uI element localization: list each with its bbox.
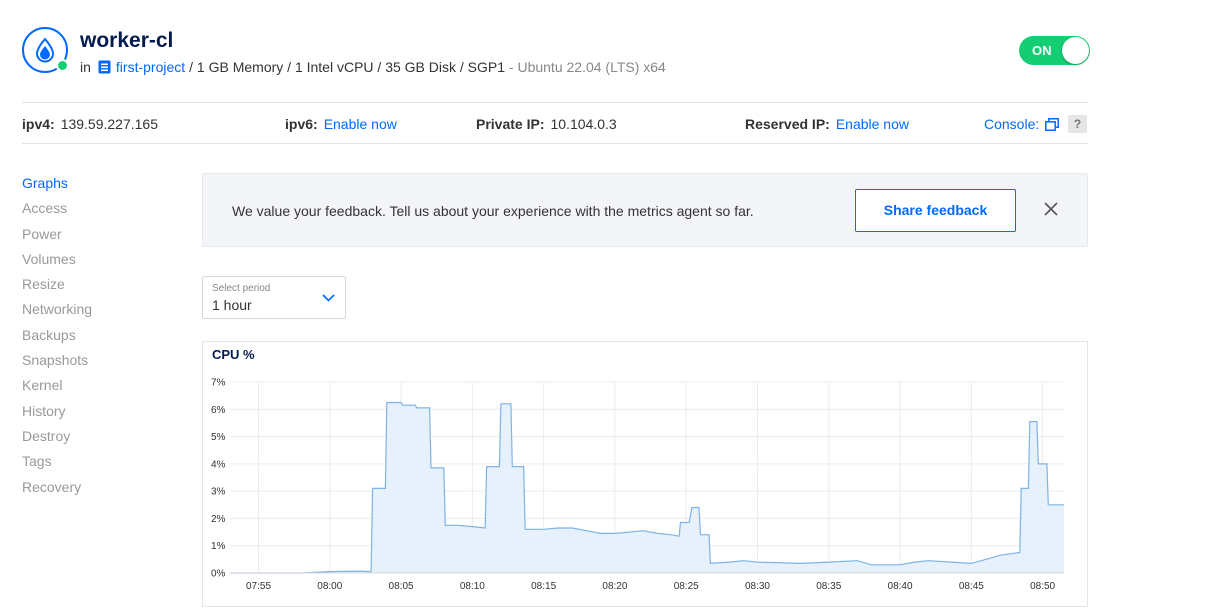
ipv4-label: ipv4: <box>22 116 55 132</box>
cpu-chart: 0% 1% 2% 3% 4% 5% 6% 7% 07:55 08:00 08:05 08:10 08:1… <box>211 378 1064 592</box>
droplet-name: worker-cl <box>80 29 174 52</box>
divider <box>22 102 1088 103</box>
divider <box>22 143 1088 144</box>
x-tick-label: 08:30 <box>745 581 770 592</box>
external-window-icon <box>1045 117 1060 131</box>
private-ip-value: 10.104.0.3 <box>550 116 617 132</box>
close-icon[interactable] <box>1043 201 1059 217</box>
sidebar-item-destroy[interactable]: Destroy <box>22 428 92 453</box>
series-area <box>230 402 1064 573</box>
ipv6-info: ipv6: Enable now <box>285 116 397 132</box>
y-tick-label: 0% <box>211 569 226 580</box>
project-icon <box>98 60 111 74</box>
droplet-os: - Ubuntu 22.04 (LTS) x64 <box>505 59 666 75</box>
sidebar-item-power[interactable]: Power <box>22 226 92 251</box>
project-link[interactable]: first-project <box>116 59 185 75</box>
sidebar-item-networking[interactable]: Networking <box>22 301 92 326</box>
sidebar-item-tags[interactable]: Tags <box>22 453 92 478</box>
private-ip-info: Private IP: 10.104.0.3 <box>476 116 617 132</box>
x-tick-label: 08:20 <box>602 581 627 592</box>
x-tick-label: 08:35 <box>816 581 841 592</box>
feedback-message: We value your feedback. Tell us about yo… <box>232 203 754 219</box>
in-label: in <box>80 59 91 75</box>
ipv6-enable-link[interactable]: Enable now <box>324 116 397 132</box>
droplet-summary: in first-project / 1 GB Memory / 1 Intel… <box>80 59 666 75</box>
period-select-value: 1 hour <box>212 297 252 313</box>
reserved-ip-info: Reserved IP: Enable now <box>745 116 909 132</box>
sidebar-item-access[interactable]: Access <box>22 200 92 225</box>
chevron-down-icon <box>322 294 335 302</box>
sidebar-item-history[interactable]: History <box>22 403 92 428</box>
cpu-chart-panel: CPU % 0% 1% 2% 3% 4% 5% 6% 7% 07:55 08:00 08:05 08:… <box>202 341 1088 607</box>
power-toggle[interactable]: ON <box>1019 36 1090 65</box>
ipv6-label: ipv6: <box>285 116 318 132</box>
sidebar-item-resize[interactable]: Resize <box>22 276 92 301</box>
x-tick-label: 08:50 <box>1030 581 1055 592</box>
droplet-specs: / 1 GB Memory / 1 Intel vCPU / 35 GB Dis… <box>189 59 506 75</box>
reserved-ip-enable-link[interactable]: Enable now <box>836 116 909 132</box>
x-tick-label: 08:15 <box>531 581 556 592</box>
status-indicator <box>56 59 69 72</box>
x-tick-label: 08:40 <box>888 581 913 592</box>
sidebar-item-backups[interactable]: Backups <box>22 327 92 352</box>
console-label: Console: <box>984 116 1040 132</box>
y-tick-label: 3% <box>211 487 226 498</box>
sidebar-item-graphs[interactable]: Graphs <box>22 175 92 200</box>
x-tick-label: 08:10 <box>460 581 485 592</box>
toggle-knob <box>1062 37 1089 64</box>
power-toggle-label: ON <box>1032 43 1052 58</box>
y-tick-label: 5% <box>211 432 226 443</box>
sidebar-item-snapshots[interactable]: Snapshots <box>22 352 92 377</box>
sidebar-item-recovery[interactable]: Recovery <box>22 479 92 504</box>
sidebar-item-kernel[interactable]: Kernel <box>22 377 92 402</box>
y-tick-label: 6% <box>211 405 226 416</box>
help-button[interactable]: ? <box>1068 115 1087 133</box>
period-select-label: Select period <box>212 283 271 294</box>
sidebar-item-volumes[interactable]: Volumes <box>22 251 92 276</box>
private-ip-label: Private IP: <box>476 116 545 132</box>
period-select[interactable]: Select period 1 hour <box>202 276 346 319</box>
y-tick-label: 1% <box>211 541 226 552</box>
x-tick-label: 07:55 <box>246 581 271 592</box>
ipv4-value: 139.59.227.165 <box>60 116 159 132</box>
reserved-ip-label: Reserved IP: <box>745 116 830 132</box>
x-tick-label: 08:00 <box>317 581 342 592</box>
y-tick-label: 2% <box>211 514 226 525</box>
share-feedback-button[interactable]: Share feedback <box>855 189 1016 232</box>
feedback-banner: We value your feedback. Tell us about yo… <box>202 173 1088 247</box>
sidebar-nav: Graphs Access Power Volumes Resize Netwo… <box>22 175 92 504</box>
ipv4-info: ipv4: 139.59.227.165 <box>22 116 158 132</box>
x-tick-label: 08:45 <box>959 581 984 592</box>
x-tick-label: 08:25 <box>674 581 699 592</box>
y-tick-label: 7% <box>211 378 226 389</box>
console-link[interactable]: Console: <box>984 116 1060 132</box>
x-tick-label: 08:05 <box>389 581 414 592</box>
y-tick-label: 4% <box>211 459 226 470</box>
